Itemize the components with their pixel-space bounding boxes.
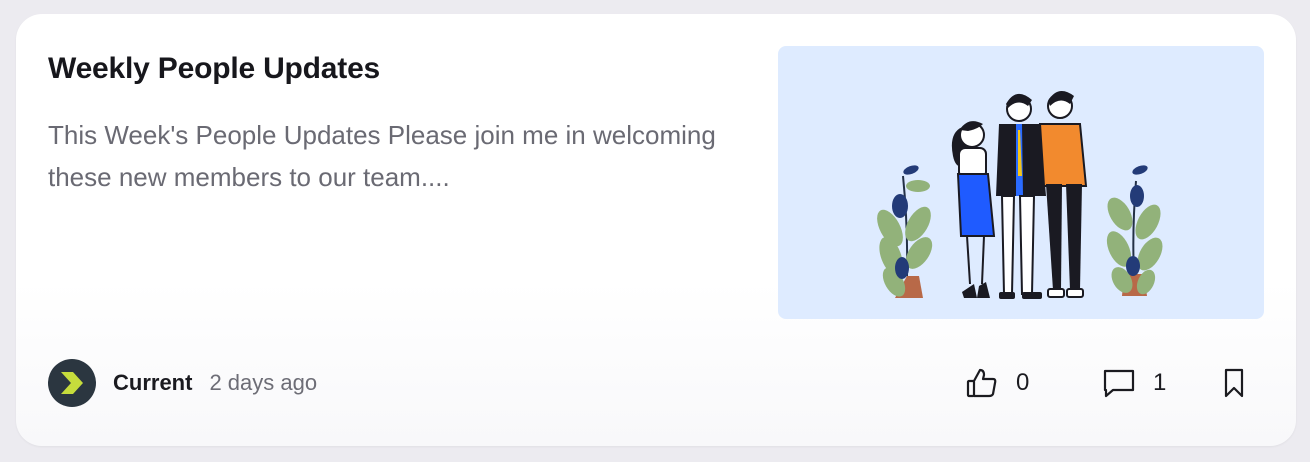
right-plant — [1106, 165, 1163, 296]
left-plant — [877, 165, 933, 298]
comment-button[interactable]: 1 — [1102, 365, 1166, 401]
post-illustration — [778, 46, 1264, 319]
comment-count: 1 — [1153, 369, 1167, 396]
like-button[interactable]: 0 — [965, 365, 1029, 401]
bookmark-icon — [1224, 368, 1244, 398]
author-info[interactable]: Current 2 days ago — [48, 359, 317, 407]
like-count: 0 — [1016, 369, 1030, 396]
bookmark-button[interactable] — [1220, 365, 1248, 401]
post-timestamp: 2 days ago — [209, 370, 318, 395]
post-title[interactable]: Weekly People Updates — [48, 52, 380, 86]
author-name[interactable]: Current — [113, 370, 192, 396]
post-excerpt: This Week's People Updates Please join m… — [48, 120, 716, 192]
woman-figure — [951, 121, 996, 298]
post-card[interactable]: Weekly People Updates This Week's People… — [16, 14, 1296, 446]
comment-icon — [1103, 369, 1135, 398]
man-black-jacket-figure — [996, 93, 1046, 299]
thumbs-up-icon — [966, 368, 997, 398]
post-footer: Current 2 days ago 0 1 — [48, 357, 1264, 409]
man-orange-sweater-figure — [1038, 91, 1088, 298]
current-logo-icon[interactable] — [48, 359, 96, 407]
